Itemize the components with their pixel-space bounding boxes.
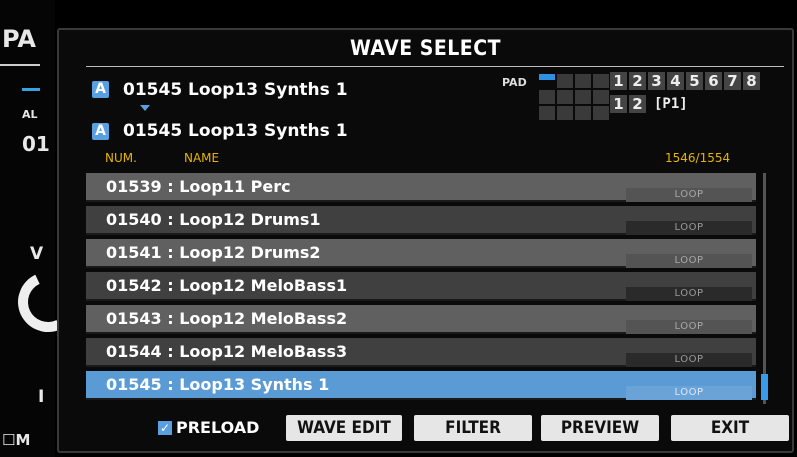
background-label-fragment: V: [30, 244, 44, 264]
pad-number[interactable]: 7: [724, 72, 741, 90]
pad-cell[interactable]: [593, 74, 609, 88]
background-divider: [0, 64, 40, 66]
pad-bank-row: 1 2 [P1]: [610, 95, 688, 113]
pad-number[interactable]: 5: [686, 72, 703, 90]
preload-label: PRELOAD: [176, 418, 260, 437]
column-header-num: NUM.: [105, 151, 137, 165]
pad-cell[interactable]: [539, 74, 555, 80]
pad-number[interactable]: 2: [629, 72, 646, 90]
pad-number-row: 1 2 3 4 5 6 7 8: [610, 72, 760, 90]
wave-list-row-label: 01544 : Loop12 MeloBass3: [106, 342, 348, 361]
pad-number[interactable]: 1: [610, 72, 627, 90]
wave-edit-button[interactable]: WAVE EDIT: [286, 415, 402, 441]
wave-list-row-label: 01543 : Loop12 MeloBass2: [106, 309, 348, 328]
pad-bank-number[interactable]: 2: [629, 95, 646, 113]
pad-cell[interactable]: [557, 106, 573, 120]
wave-list-row[interactable]: 01541 : Loop12 Drums2 LOOP: [86, 239, 756, 268]
wave-list-row[interactable]: 01543 : Loop12 MeloBass2 LOOP: [86, 305, 756, 334]
pad-number[interactable]: 6: [705, 72, 722, 90]
pad-cell[interactable]: [575, 74, 591, 88]
preview-button[interactable]: PREVIEW: [541, 415, 659, 441]
wave-count: 1546/1554: [665, 151, 731, 165]
pad-label: PAD: [502, 76, 527, 89]
wave-list-row-label: 01545 : Loop13 Synths 1: [106, 375, 330, 394]
wave-select-dialog: WAVE SELECT A 01545 Loop13 Synths 1 A 01…: [57, 28, 794, 453]
filter-button[interactable]: FILTER: [414, 415, 532, 441]
wave-list-row-label: 01540 : Loop12 Drums1: [106, 210, 321, 229]
wave-list-row-tag: LOOP: [626, 353, 752, 367]
pad-page-indicator: [P1]: [654, 96, 688, 112]
wave-list-row-tag: LOOP: [626, 188, 752, 202]
column-header-name: NAME: [184, 151, 220, 165]
arrow-down-icon: [140, 105, 150, 111]
pad-cell[interactable]: [539, 106, 555, 120]
wave-list-row-label: 01539 : Loop11 Perc: [106, 177, 291, 196]
current-wave-name: 01545 Loop13 Synths 1: [123, 80, 348, 100]
wave-list-row-tag: LOOP: [626, 320, 752, 334]
wave-list-row-tag: LOOP: [626, 287, 752, 301]
background-value-fragment: 01: [22, 132, 50, 156]
background-accent-bar: [22, 88, 40, 91]
pad-cell[interactable]: [593, 106, 609, 120]
pad-number[interactable]: 3: [648, 72, 665, 90]
wave-list-row[interactable]: 01539 : Loop11 Perc LOOP: [86, 173, 756, 202]
pad-number[interactable]: 8: [743, 72, 760, 90]
title-divider: [86, 66, 784, 67]
pad-cell[interactable]: [593, 90, 609, 104]
wave-list-row-label: 01541 : Loop12 Drums2: [106, 243, 321, 262]
wave-list-row[interactable]: 01540 : Loop12 Drums1 LOOP: [86, 206, 756, 235]
wave-list-row-selected[interactable]: 01545 : Loop13 Synths 1 LOOP: [86, 371, 756, 400]
pad-number[interactable]: 4: [667, 72, 684, 90]
wave-list-row-tag: LOOP: [626, 254, 752, 268]
scrollbar-thumb[interactable]: [761, 374, 768, 400]
pad-cell[interactable]: [575, 90, 591, 104]
pad-grid[interactable]: [539, 74, 609, 120]
background-label-fragment: AL: [22, 108, 38, 121]
pad-cell[interactable]: [575, 106, 591, 120]
background-label-fragment: I: [38, 387, 45, 407]
current-bank-badge: A: [92, 81, 109, 98]
check-icon[interactable]: ✓: [158, 420, 172, 435]
wave-list-row-tag: LOOP: [626, 386, 752, 400]
pad-cell[interactable]: [539, 90, 555, 104]
exit-button[interactable]: EXIT: [671, 415, 789, 441]
next-bank-badge: A: [92, 123, 109, 140]
pad-cell[interactable]: [557, 74, 573, 88]
dialog-footer: ✓ PRELOAD WAVE EDIT FILTER PREVIEW EXIT: [59, 413, 792, 443]
background-checkbox: ☐M: [2, 431, 31, 449]
wave-list-row[interactable]: 01544 : Loop12 MeloBass3 LOOP: [86, 338, 756, 367]
background-title-fragment: PA: [2, 25, 36, 53]
wave-list-row-label: 01542 : Loop12 MeloBass1: [106, 276, 348, 295]
scrollbar[interactable]: [763, 173, 766, 404]
background-panel: PA AL 01 V I ☐M: [0, 0, 55, 457]
dialog-title: WAVE SELECT: [350, 36, 501, 60]
wave-list[interactable]: 01539 : Loop11 Perc LOOP 01540 : Loop12 …: [86, 173, 756, 404]
preload-toggle[interactable]: ✓ PRELOAD: [158, 418, 259, 437]
pad-cell[interactable]: [557, 90, 573, 104]
next-wave-name: 01545 Loop13 Synths 1: [123, 121, 348, 141]
pad-bank-number[interactable]: 1: [610, 95, 627, 113]
wave-list-row-tag: LOOP: [626, 221, 752, 235]
wave-list-row[interactable]: 01542 : Loop12 MeloBass1 LOOP: [86, 272, 756, 301]
